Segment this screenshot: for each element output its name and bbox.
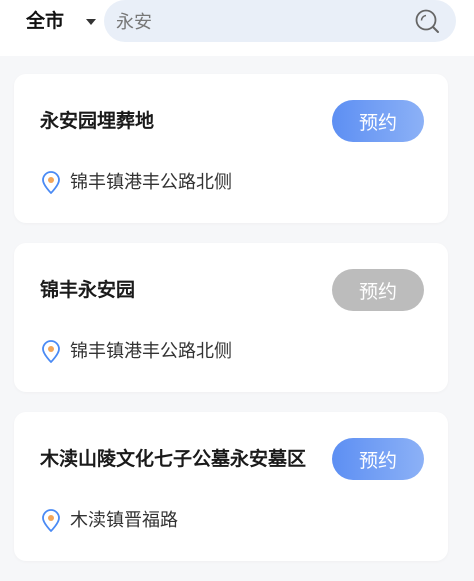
result-card[interactable]: 木渎山陵文化七子公墓永安墓区 预约 木渎镇晋福路 — [14, 412, 448, 561]
cemetery-name: 永安园埋葬地 — [40, 110, 155, 132]
address-row: 木渎镇晋福路 — [40, 509, 178, 533]
location-pin-icon — [42, 171, 60, 194]
reserve-button[interactable]: 预约 — [332, 438, 424, 480]
search-bar — [104, 0, 456, 42]
address-row: 锦丰镇港丰公路北侧 — [40, 340, 232, 364]
search-icon[interactable] — [414, 8, 440, 34]
location-pin-icon — [42, 509, 60, 532]
search-input[interactable] — [104, 0, 398, 42]
address-text: 锦丰镇港丰公路北侧 — [70, 341, 232, 362]
address-text: 木渎镇晋福路 — [70, 510, 178, 531]
result-card[interactable]: 锦丰永安园 预约 锦丰镇港丰公路北侧 — [14, 243, 448, 392]
location-pin-icon — [42, 340, 60, 363]
city-selector[interactable]: 全市 — [26, 9, 97, 33]
city-label: 全市 — [26, 10, 65, 32]
reserve-button[interactable]: 预约 — [332, 100, 424, 142]
cemetery-name: 锦丰永安园 — [40, 279, 136, 301]
cemetery-name: 木渎山陵文化七子公墓永安墓区 — [40, 448, 307, 470]
result-card[interactable]: 永安园埋葬地 预约 锦丰镇港丰公路北侧 — [14, 74, 448, 223]
reserve-button[interactable]: 预约 — [332, 269, 424, 311]
top-bar: 全市 — [0, 0, 474, 56]
address-row: 锦丰镇港丰公路北侧 — [40, 171, 232, 195]
result-list: 永安园埋葬地 预约 锦丰镇港丰公路北侧 锦丰永安园 预约 锦丰镇港丰公路北侧 木… — [14, 74, 448, 581]
address-text: 锦丰镇港丰公路北侧 — [70, 172, 232, 193]
dropdown-caret-icon — [86, 19, 97, 25]
